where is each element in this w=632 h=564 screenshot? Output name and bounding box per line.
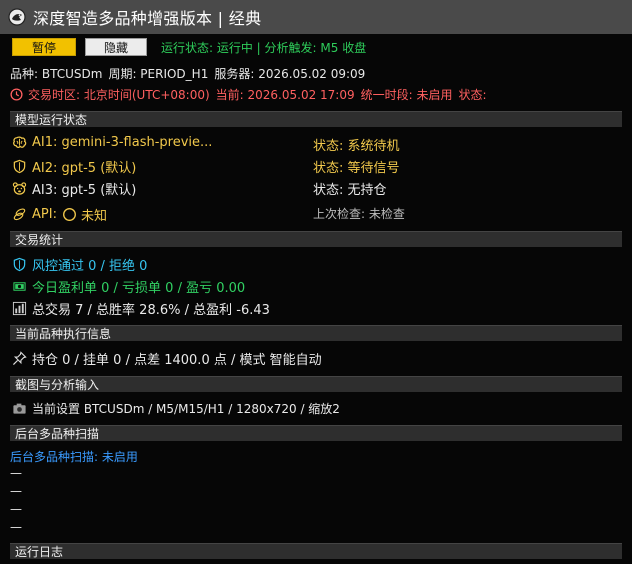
window-title: 深度智造多品种增强版本 | 经典 <box>33 9 262 28</box>
trade-stats-header: 交易统计 <box>10 231 622 247</box>
ai2-row: AI2: gpt-5 (默认) <box>12 157 136 176</box>
total-row: 总交易 7 / 总胜率 28.6% / 总盈利 -6.43 <box>12 299 270 318</box>
hide-button[interactable]: 隐藏 <box>85 38 147 56</box>
screenshot-row: 当前设置 BTCUSDm / M5/M15/H1 / 1280x720 / 缩放… <box>12 400 340 417</box>
shield-icon <box>13 159 26 174</box>
scan-header: 后台多品种扫描 <box>10 425 622 441</box>
timezone-line: 交易时区: 北京时间(UTC+08:00) 当前: 2026.05.02 17:… <box>10 86 493 103</box>
screenshot-text: 当前设置 BTCUSDm / M5/M15/H1 / 1280x720 / 缩放… <box>32 402 340 416</box>
session-state-label: 状态: <box>458 88 487 102</box>
scan-item: — <box>10 466 22 480</box>
api-label: API: <box>32 207 57 222</box>
execution-row: 持仓 0 / 挂单 0 / 点差 1400.0 点 / 模式 智能自动 <box>12 349 322 368</box>
pin-icon <box>12 351 27 366</box>
ai3-state: 状态: 无持仓 <box>313 183 387 198</box>
api-row: API: 未知 <box>12 205 107 224</box>
scan-status: 后台多品种扫描: 未启用 <box>10 450 138 464</box>
execution-text: 持仓 0 / 挂单 0 / 点差 1400.0 点 / 模式 智能自动 <box>32 353 322 368</box>
ai2-state: 状态: 等待信号 <box>313 161 400 176</box>
timezone-label: 交易时区: 北京时间(UTC+08:00) <box>28 88 210 102</box>
ai1-state: 状态: 系统待机 <box>313 139 400 154</box>
bear-icon <box>12 182 27 195</box>
server-time-label: 服务器: 2026.05.02 09:09 <box>214 67 366 81</box>
camera-icon <box>13 403 26 414</box>
api-value: 未知 <box>80 209 107 224</box>
log-header: 运行日志 <box>10 543 622 559</box>
coins-icon <box>13 208 26 221</box>
risk-text: 风控通过 0 / 拒绝 0 <box>32 259 148 274</box>
total-text: 总交易 7 / 总胜率 28.6% / 总盈利 -6.43 <box>32 303 270 318</box>
screenshot-header: 截图与分析输入 <box>10 376 622 392</box>
clock-icon <box>10 88 23 101</box>
symbol-info-line: 品种: BTCUSDm 周期: PERIOD_H1 服务器: 2026.05.0… <box>10 65 371 82</box>
run-status-text: 运行状态: 运行中 | 分析触发: M5 收盘 <box>161 40 367 55</box>
circle-icon <box>62 208 76 221</box>
scan-item: — <box>10 502 22 516</box>
session-label: 统一时段: 未启用 <box>360 88 453 102</box>
ai3-name: AI3: gpt-5 (默认) <box>32 183 137 198</box>
brain-icon <box>13 136 27 148</box>
shield-check-icon <box>13 257 26 272</box>
title-bar: 深度智造多品种增强版本 | 经典 <box>0 0 632 34</box>
money-icon <box>13 282 26 291</box>
ai3-row: AI3: gpt-5 (默认) <box>12 179 136 198</box>
crane-logo-icon <box>8 8 26 26</box>
symbol-label: 品种: BTCUSDm <box>10 67 103 81</box>
ai1-row: AI1: gemini-3-flash-previe... <box>12 135 212 150</box>
current-time-label: 当前: 2026.05.02 17:09 <box>215 88 355 102</box>
scan-item: — <box>10 520 22 534</box>
last-check-label: 上次检查: 未检查 <box>313 207 405 221</box>
today-text: 今日盈利单 0 / 亏损单 0 / 盈亏 0.00 <box>32 281 246 296</box>
execution-header: 当前品种执行信息 <box>10 325 622 341</box>
bar-chart-icon <box>12 301 27 316</box>
risk-row: 风控通过 0 / 拒绝 0 <box>12 255 147 274</box>
ai2-name: AI2: gpt-5 (默认) <box>32 161 137 176</box>
scan-item: — <box>10 484 22 498</box>
period-label: 周期: PERIOD_H1 <box>108 67 209 81</box>
model-status-header: 模型运行状态 <box>10 111 622 127</box>
ai1-name: AI1: gemini-3-flash-previe... <box>32 135 213 150</box>
today-row: 今日盈利单 0 / 亏损单 0 / 盈亏 0.00 <box>12 277 245 296</box>
pause-button[interactable]: 暂停 <box>12 38 76 56</box>
control-toolbar: 暂停 隐藏 运行状态: 运行中 | 分析触发: M5 收盘 <box>12 38 366 56</box>
